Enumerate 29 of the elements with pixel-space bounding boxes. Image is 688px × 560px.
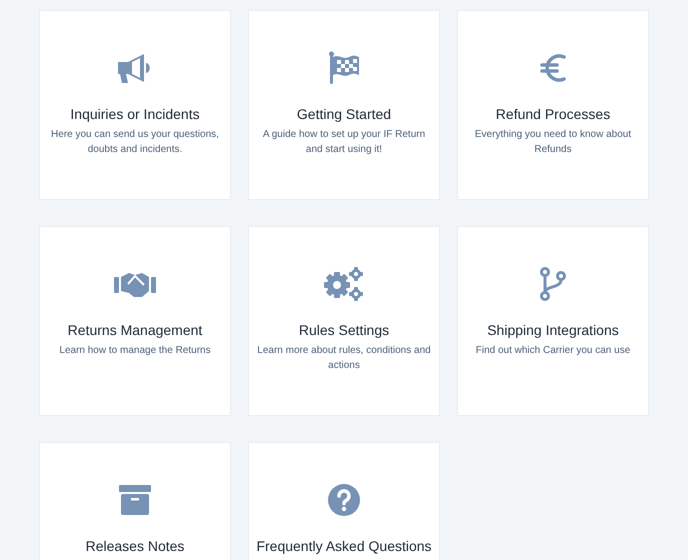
handshake-icon [114,270,156,298]
card-title: Releases Notes [86,538,184,554]
card-title: Rules Settings [298,322,390,338]
card-title: Returns Management [68,322,202,338]
archive-box-icon [119,485,151,515]
help-card[interactable]: Rules Settings Learn more about rules, conditions and actions [248,226,440,416]
card-description: Learn more about rules, conditions and actions [257,344,431,373]
card-description: Find out which Carrier you can use [476,344,630,358]
help-card[interactable]: Frequently Asked Questions [248,442,440,560]
help-card[interactable]: Getting Started A guide how to set up your IF Return and start using it! [248,10,440,200]
card-title: Shipping Integrations [487,322,619,338]
card-title: Inquiries or Incidents [70,106,200,122]
help-card[interactable]: Inquiries or Incidents Here you can send us your questions, doubts and incidents. [39,10,231,200]
card-title: Frequently Asked Questions [256,538,432,554]
gears-icon [323,267,365,301]
euro-icon [539,52,567,84]
card-description: Everything you need to know about Refunds [474,128,632,157]
branch-icon [539,267,567,301]
card-description: A guide how to set up your IF Return and start using it! [262,128,426,157]
help-card[interactable]: Shipping Integrations Find out which Carrier you can use [457,226,649,416]
help-icon [328,484,360,516]
help-card[interactable]: Refund Processes Everything you need to know about Refunds [457,10,649,200]
checkered-flag-icon [327,51,361,85]
help-card[interactable]: Releases Notes [39,442,231,560]
card-description: Here you can send us your questions, doubts and incidents. [50,128,220,157]
card-title: Getting Started [296,106,392,122]
help-card[interactable]: Returns Management Learn how to manage the Returns [39,226,231,416]
card-description: Learn how to manage the Returns [59,344,211,358]
card-title: Refund Processes [496,106,610,122]
